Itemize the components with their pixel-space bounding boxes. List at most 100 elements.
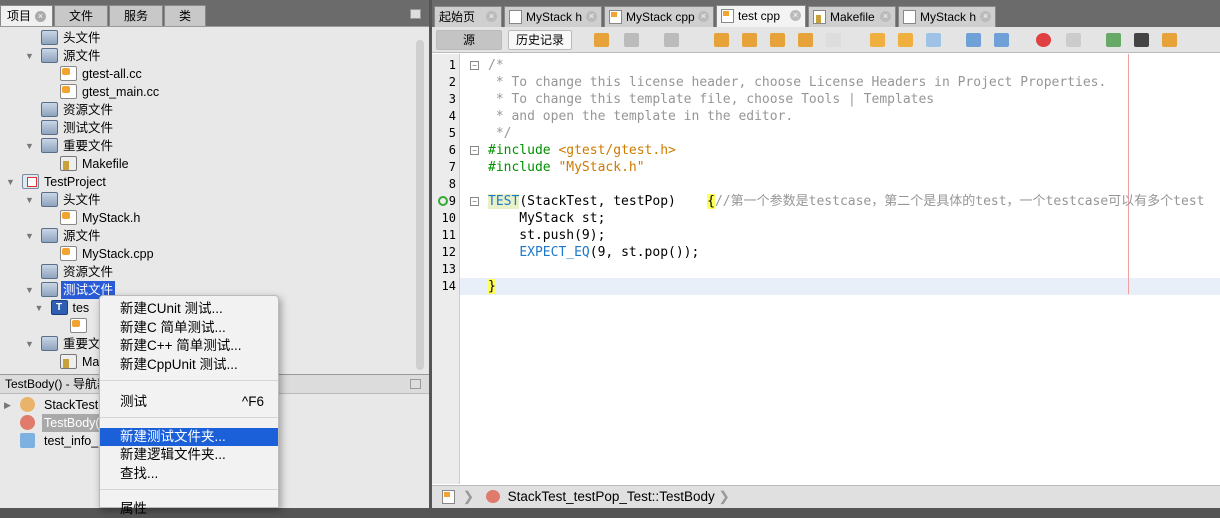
tree-item[interactable]: gtest_main.cc xyxy=(0,83,410,101)
expand-arrow-icon[interactable]: ▼ xyxy=(25,47,35,65)
fold-toggle-icon[interactable]: − xyxy=(470,146,479,155)
editor-tab[interactable]: MyStack h × xyxy=(898,6,996,27)
expand-arrow-icon[interactable]: ▶ xyxy=(4,396,14,414)
menu-item[interactable]: 新建CppUnit 测试... xyxy=(100,356,278,374)
comment-icon[interactable] xyxy=(1106,33,1121,47)
editor-tab[interactable]: test cpp × xyxy=(716,5,806,27)
tab-files[interactable]: 文件 xyxy=(54,5,109,26)
menu-item-label: 测试 xyxy=(120,393,147,409)
close-icon[interactable]: × xyxy=(980,11,991,22)
menu-item[interactable]: 新建C++ 简单测试... xyxy=(100,337,278,355)
code-line: * To change this license header, choose … xyxy=(488,75,1107,90)
breadcrumb-bar: ❯ StackTest_testPop_Test::TestBody ❯ xyxy=(432,485,1220,508)
previous-bookmark-icon[interactable] xyxy=(870,33,885,47)
tree-item[interactable]: 资源文件 xyxy=(0,263,410,281)
menu-item-label: 新建测试文件夹... xyxy=(120,428,226,444)
editor-tab[interactable]: MyStack cpp × xyxy=(604,6,714,27)
expand-arrow-icon[interactable]: ▼ xyxy=(25,137,35,155)
menu-item[interactable]: 新建逻辑文件夹... xyxy=(100,446,278,464)
field-icon xyxy=(20,433,35,448)
close-icon[interactable]: × xyxy=(486,11,497,22)
tree-item[interactable]: gtest-all.cc xyxy=(0,65,410,83)
chevron-right-icon[interactable]: ❯ xyxy=(718,489,729,504)
method-icon xyxy=(485,490,500,503)
line-number: 4 xyxy=(448,109,456,123)
tree-item[interactable]: ▼ 重要文件 xyxy=(0,137,410,155)
test-run-icon[interactable] xyxy=(438,196,448,206)
close-icon[interactable]: × xyxy=(790,10,801,21)
menu-item-label: 查找... xyxy=(120,465,159,481)
menu-item[interactable]: 属性 xyxy=(100,500,278,518)
next-bookmark-icon[interactable] xyxy=(898,33,913,47)
close-icon[interactable]: × xyxy=(586,11,597,22)
editor-tab[interactable]: 起始页 × xyxy=(434,6,502,27)
minimize-icon[interactable] xyxy=(410,9,421,19)
tree-item-label: Makefile xyxy=(82,157,129,171)
menu-item[interactable]: 新建测试文件夹... xyxy=(100,427,278,446)
toggle-highlight-icon[interactable] xyxy=(798,33,813,47)
tree-item-label: 资源文件 xyxy=(63,265,114,279)
toggle-bookmark-icon[interactable] xyxy=(594,33,609,47)
diff-icon[interactable] xyxy=(1162,33,1177,47)
find-previous-icon[interactable] xyxy=(742,33,757,47)
editor-tab[interactable]: MyStack h × xyxy=(504,6,602,27)
history-button[interactable]: 历史记录 xyxy=(508,30,572,50)
current-line-highlight xyxy=(460,278,1220,295)
select-icon[interactable] xyxy=(826,33,841,47)
test-folder-icon xyxy=(41,120,58,135)
tree-item[interactable]: Makefile xyxy=(0,155,410,173)
shift-right-icon[interactable] xyxy=(994,33,1009,47)
fold-toggle-icon[interactable]: − xyxy=(470,61,479,70)
menu-item[interactable]: 新建CUnit 测试... xyxy=(100,300,278,318)
menu-item-label: 新建CUnit 测试... xyxy=(120,301,223,316)
tree-item[interactable]: MyStack.h xyxy=(0,209,410,227)
expand-arrow-icon[interactable]: ▼ xyxy=(25,281,35,299)
tree-item[interactable]: ▼ TestProject xyxy=(0,173,410,191)
folder-icon xyxy=(41,30,58,45)
method-icon xyxy=(20,415,35,430)
source-button[interactable]: 源 xyxy=(436,30,502,50)
find-icon[interactable] xyxy=(714,33,729,47)
expand-arrow-icon[interactable]: ▼ xyxy=(6,173,16,191)
menu-item[interactable]: 查找... xyxy=(100,465,278,483)
stop-macro-icon[interactable] xyxy=(1066,33,1081,47)
editor-tab[interactable]: Makefile × xyxy=(808,6,896,27)
chevron-right-icon: ❯ xyxy=(462,489,475,504)
line-number: 1 xyxy=(448,58,456,72)
line-number: 10 xyxy=(441,211,456,225)
tree-item[interactable]: MyStack.cpp xyxy=(0,245,410,263)
find-next-icon[interactable] xyxy=(770,33,785,47)
tree-item[interactable]: 资源文件 xyxy=(0,101,410,119)
close-icon[interactable]: × xyxy=(698,11,709,22)
close-icon[interactable]: × xyxy=(880,11,891,22)
tab-label: MyStack h xyxy=(526,10,583,24)
expand-arrow-icon[interactable]: ▼ xyxy=(25,191,35,209)
folder-icon xyxy=(41,138,58,153)
record-macro-icon[interactable] xyxy=(1036,33,1051,47)
tree-item[interactable]: ▼ 头文件 xyxy=(0,191,410,209)
breadcrumb-item[interactable]: StackTest_testPop_Test::TestBody xyxy=(508,489,715,504)
tab-services[interactable]: 服务 xyxy=(109,5,164,26)
expand-arrow-icon[interactable]: ▼ xyxy=(35,299,45,317)
back-icon[interactable] xyxy=(624,33,639,47)
tree-item[interactable]: ▼ 源文件 xyxy=(0,227,410,245)
tree-item[interactable]: 测试文件 xyxy=(0,119,410,137)
expand-arrow-icon[interactable]: ▼ xyxy=(25,227,35,245)
line-number: 6 xyxy=(448,143,456,157)
minimize-icon[interactable] xyxy=(410,379,421,389)
tree-item[interactable]: 头文件 xyxy=(0,29,410,47)
scrollbar[interactable] xyxy=(416,40,424,370)
menu-item[interactable]: 新建C 简单测试... xyxy=(100,319,278,337)
tree-item[interactable]: ▼ 源文件 xyxy=(0,47,410,65)
code-line: TEST(StackTest, testPop) {//第一个参数是testca… xyxy=(488,194,1205,209)
tab-projects[interactable]: 项目 × xyxy=(0,5,54,26)
uncomment-icon[interactable] xyxy=(1134,33,1149,47)
shift-left-icon[interactable] xyxy=(966,33,981,47)
forward-icon[interactable] xyxy=(664,33,679,47)
next-error-icon[interactable] xyxy=(926,33,941,47)
tab-classes[interactable]: 类 xyxy=(164,5,207,26)
expand-arrow-icon[interactable]: ▼ xyxy=(25,335,35,353)
close-icon[interactable]: × xyxy=(35,11,47,23)
menu-item[interactable]: 测试 ^F6 xyxy=(100,393,278,411)
fold-toggle-icon[interactable]: − xyxy=(470,197,479,206)
